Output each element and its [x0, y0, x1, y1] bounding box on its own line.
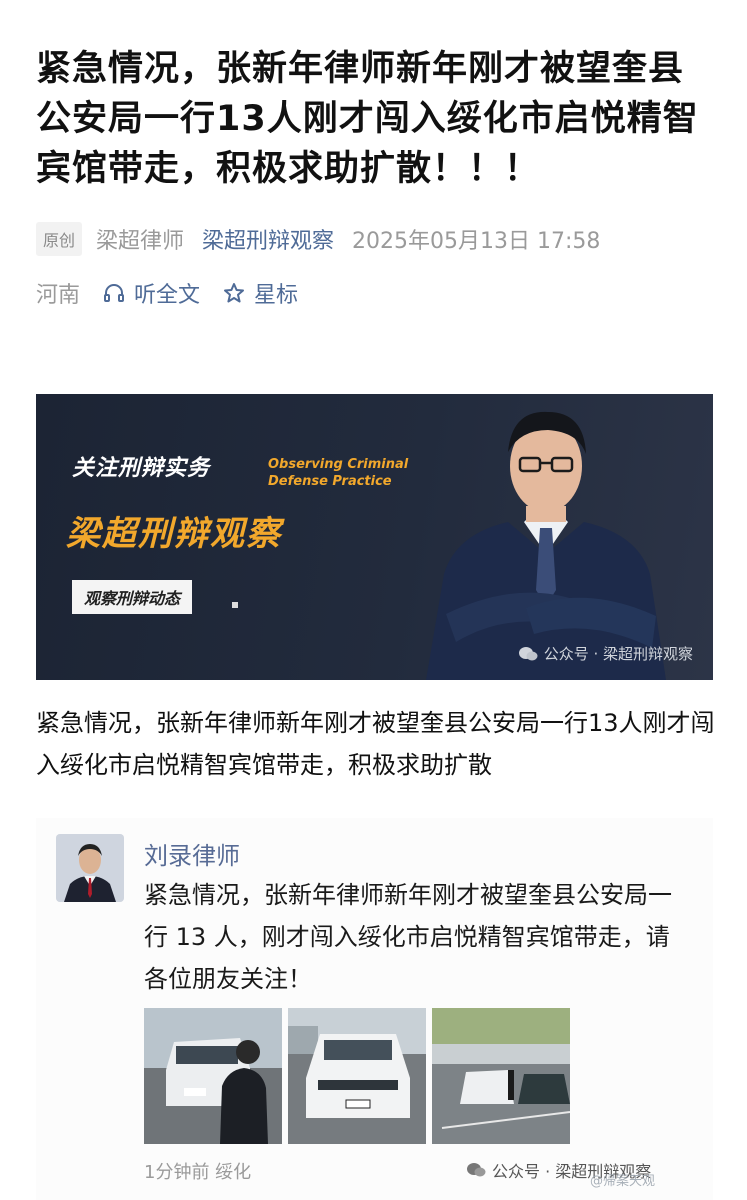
star-label: 星标 — [254, 283, 299, 308]
banner-watermark: 公众号 · 梁超刑辩观察 — [518, 643, 693, 664]
banner-tag: 观察刑辩动态 — [72, 580, 193, 614]
wechat-icon — [466, 1162, 486, 1178]
poster-name: 刘录律师 — [144, 842, 240, 870]
post-timestamp: 1分钟前 绥化 — [144, 1162, 252, 1183]
banner-watermark-text: 公众号 · 梁超刑辩观察 — [543, 645, 693, 663]
banner-follow-text: 关注刑辩实务 — [72, 456, 211, 481]
photo-police-vehicle-1 — [144, 1008, 282, 1144]
banner-main-title: 梁超刑辩观察 — [66, 514, 282, 554]
avatar — [56, 834, 124, 902]
lawyer-portrait-image — [426, 411, 666, 680]
listen-label: 听全文 — [134, 283, 201, 308]
star-icon — [222, 281, 246, 305]
listen-button[interactable]: 听全文 — [102, 277, 200, 309]
account-link[interactable]: 梁超刑辩观察 — [202, 223, 334, 255]
wechat-icon — [518, 646, 538, 662]
location-text: 河南 — [36, 283, 81, 308]
body-paragraph: 紧急情况，张新年律师新年刚才被望奎县公安局一行13人刚才闯入绥化市启悦精智宾馆带… — [36, 709, 715, 779]
author-name[interactable]: 梁超律师 — [96, 223, 184, 255]
article-meta: 原创 梁超律师 梁超刑辩观察 2025年05月13日 17:58 — [36, 222, 600, 256]
embedded-moments-screenshot: 刘录律师 紧急情况，张新年律师新年刚才被望奎县公安局一行 13 人，刚才闯入绥化… — [36, 818, 713, 1200]
banner-tag-dot — [232, 602, 238, 608]
banner-english-text: Observing Criminal Defense Practice — [268, 456, 408, 490]
headphones-icon — [102, 281, 126, 305]
article-actions: 河南 听全文 星标 — [36, 276, 298, 310]
weibo-watermark: @帰案天观 — [590, 1174, 656, 1189]
photo-parking-lot — [432, 1008, 570, 1144]
publish-datetime: 2025年05月13日 17:58 — [352, 229, 601, 254]
banner-english-line1: Observing Criminal — [268, 457, 409, 472]
article-title: 紧急情况，张新年律师新年刚才被望奎县公安局一行13人刚才闯入绥化市启悦精智宾馆带… — [36, 49, 699, 189]
post-text: 紧急情况，张新年律师新年刚才被望奎县公安局一行 13 人，刚才闯入绥化市启悦精智… — [144, 881, 672, 993]
photo-police-vehicle-2 — [288, 1008, 426, 1144]
star-button[interactable]: 星标 — [222, 277, 298, 309]
banner-english-line2: Defense Practice — [268, 474, 392, 489]
article-banner-image: 关注刑辩实务 Observing Criminal Defense Practi… — [36, 394, 713, 680]
original-badge: 原创 — [36, 222, 83, 256]
